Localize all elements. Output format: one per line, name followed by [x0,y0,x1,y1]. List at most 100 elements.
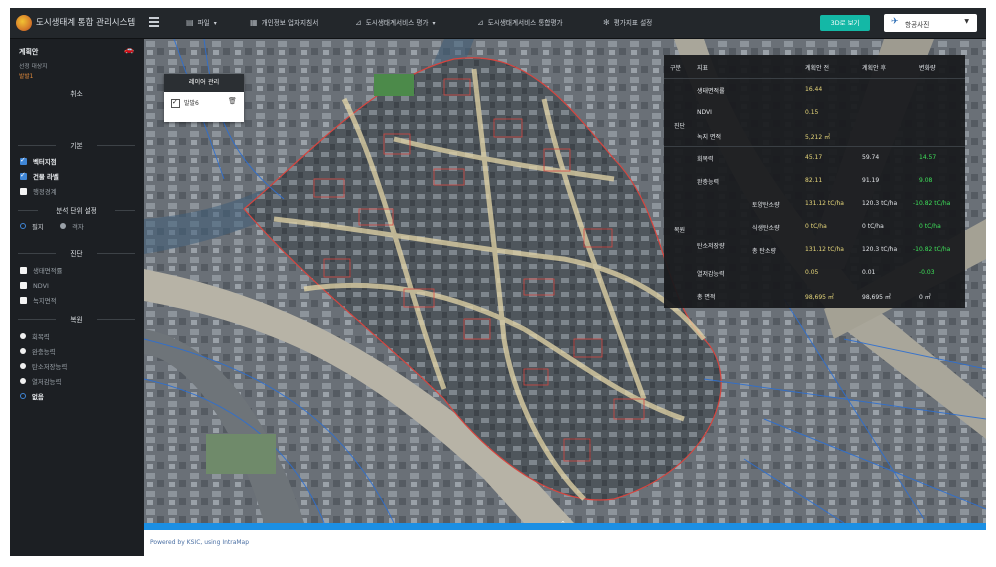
checkbox-admin-boundary[interactable]: 행정경계 [20,187,57,197]
nav-integrated-eval[interactable]: ⊿ 도시생태계서비스 통합평가 [477,8,563,38]
group-diagnosis: 진단 [674,123,686,130]
chevron-down-icon: ▾ [213,20,217,27]
table-row-before: 0 tC/ha [805,223,827,230]
table-row-label: 완충능력 [697,179,720,186]
radio-label: 열저감능력 [32,378,62,386]
col-header-indicator: 지표 [697,65,709,72]
footer: Powered by KSIC, using IntraMap [144,530,986,556]
checkbox-eco-area-ratio[interactable]: 생태면적률 [20,266,62,276]
checkbox-building-label[interactable]: 건물 라벨 [20,171,59,182]
table-row-label: 회복력 [697,156,714,163]
layer-panel: 레이어 관리 발발6 🗑 [164,74,244,122]
section-base: 기본 [18,140,135,150]
chevron-down-icon: ▼ [964,18,969,25]
map-view[interactable]: 레이어 관리 발발6 🗑 구분 지표 계획안 전 계획안 후 변화량 진단 복원… [144,39,986,523]
table-row-label: 토양탄소량 [752,202,780,209]
chevron-down-icon: ▾ [432,20,436,27]
nav-guide-label: 개인정보 업자지침서 [261,19,319,27]
table-row-label: 식생탄소량 [752,225,780,232]
table-row-after: 98,695 ㎡ [862,294,891,301]
nav-service-eval[interactable]: ⊿ 도시생태계서비스 평가 ▾ [355,8,435,38]
table-row-label: 총 탄소량 [752,248,776,255]
table-row-label: 녹지 면적 [697,134,721,141]
section-base-title: 기본 [70,142,83,150]
checkbox-green-area[interactable]: 녹지면적 [20,296,57,306]
table-row-before: 45.17 [805,154,823,161]
checkbox-label: NDVI [33,282,49,290]
radio-label: 완충능력 [32,348,56,356]
radio-label: 탄소저장능력 [32,363,68,371]
radio-heat-reduction[interactable]: 열저감능력 [20,377,61,387]
table-row-change: 0 ㎡ [919,294,931,301]
cancel-button[interactable]: 취소 [10,88,143,98]
table-row-before: 5,212 ㎡ [805,134,831,141]
col-header-before: 계획안 전 [805,65,829,72]
section-diagnosis: 진단 [18,248,135,258]
checkbox-vector-point[interactable]: 벡터지점 [20,156,57,167]
nav-indicator-settings[interactable]: ✻ 평가지표 설정 [603,8,652,38]
chart-icon: ⊿ [477,18,484,27]
layer-checkbox[interactable] [171,98,180,108]
table-row-before: 16.44 [805,86,823,93]
view-3d-button[interactable]: 3D로 보기 [820,15,870,31]
table-row-change: -10.82 tC/ha [913,246,951,253]
table-row-label: 생태면적률 [697,88,725,95]
chevron-up-icon: ⌃ [560,520,566,528]
radio-none[interactable]: 없음 [20,392,44,402]
app-window: 도시생태계 통합 관리시스템 ▤ 파일 ▾ ▦ 개인정보 업자지침서 ⊿ 도시생태계서비… [10,8,986,556]
nav-indicator-settings-label: 평가지표 설정 [613,19,653,27]
section-unit: 분석 단위 설정 [18,205,135,215]
table-row-label: 열저감능력 [697,271,725,278]
col-header-change: 변화량 [919,65,936,72]
basemap-select[interactable]: ✈ 항공사진 ▼ [884,14,977,32]
airplane-icon: ✈ [891,17,899,27]
section-restoration-title: 복원 [70,316,83,324]
table-row-before: 131.12 tC/ha [805,246,844,253]
radio-unit-parcel[interactable]: 필지 [20,222,44,232]
col-header-category: 구분 [670,65,682,72]
group-restoration: 복원 [674,227,686,234]
table-row-before: 82.11 [805,177,823,184]
table-row-label: 총 면적 [697,294,716,301]
checkbox-label: 건물 라벨 [33,173,59,181]
table-row-after: 0 tC/ha [862,223,884,230]
radio-label: 필지 [32,223,44,231]
checkbox-label: 녹지면적 [33,297,57,305]
hamburger-icon[interactable] [149,17,159,29]
section-restoration: 복원 [18,314,135,324]
radio-resilience[interactable]: 회복력 [20,332,50,342]
section-diagnosis-title: 진단 [70,250,83,258]
checkbox-ndvi[interactable]: NDVI [20,281,49,291]
radio-label: 회복력 [32,333,50,341]
table-row-before: 0.05 [805,269,819,276]
car-icon[interactable]: 🚗 [124,45,134,54]
gear-icon: ✻ [603,18,610,27]
footer-credit: Powered by KSIC, using IntraMap [150,539,250,546]
radio-label: 격자 [72,223,84,231]
table-row-after: 120.3 tC/ha [862,200,898,207]
table-row-after: 0.01 [862,269,876,276]
sidebar-subtitle: 선정 대상지 [19,64,48,70]
radio-buffer[interactable]: 완충능력 [20,347,56,357]
radio-carbon-storage[interactable]: 탄소저장능력 [20,362,67,372]
table-row-after: 59.74 [862,154,880,161]
app-title: 도시생태계 통합 관리시스템 [36,18,136,28]
nav-file[interactable]: ▤ 파일 ▾ [186,8,217,38]
table-row-before: 131.12 tC/ha [805,200,844,207]
sidebar-status: 발발1 [19,74,34,80]
table-row-after: 120.3 tC/ha [862,246,898,253]
layer-item[interactable]: 발발6 🗑 [171,97,237,108]
nav-file-label: 파일 [197,19,210,27]
nav-integrated-eval-label: 도시생태계서비스 통합평가 [487,19,563,27]
radio-unit-grid[interactable]: 격자 [60,222,84,232]
trash-icon[interactable]: 🗑 [228,97,237,105]
checkbox-label: 생태면적률 [33,267,63,275]
section-unit-title: 분석 단위 설정 [56,207,97,215]
bottom-panel-toggle[interactable]: ⌃ [144,520,986,530]
nav-guide[interactable]: ▦ 개인정보 업자지침서 [250,8,318,38]
folder-icon: ▤ [186,18,194,27]
nav-service-eval-label: 도시생태계서비스 평가 [365,19,429,27]
layer-label: 발발6 [184,100,199,107]
layer-panel-title: 레이어 관리 [164,74,244,92]
chart-icon: ⊿ [355,18,362,27]
